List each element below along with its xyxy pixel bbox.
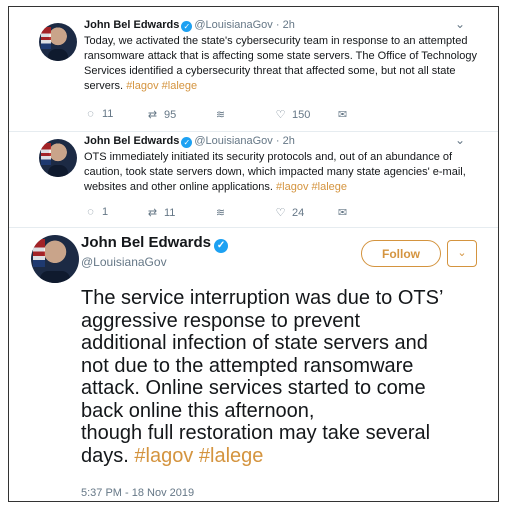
reply-icon: ◌ [87,108,94,120]
heart-icon: ♡ [275,207,286,219]
chevron-down-icon[interactable]: ⌄ [447,240,477,267]
avatar[interactable] [39,139,77,177]
like-button[interactable]: ♡ 24 [274,206,305,219]
chevron-down-icon[interactable]: ⌄ [455,17,465,31]
analytics-icon: ≋ [215,109,226,121]
retweet-count: 11 [164,207,176,219]
retweet-count: 95 [164,109,177,121]
chevron-down-icon[interactable]: ⌄ [455,133,465,147]
dm-button[interactable]: ✉ [336,108,354,121]
dm-button[interactable]: ✉ [336,206,354,219]
main-author-name[interactable]: John Bel Edwards ✓ [81,234,230,253]
verified-badge-icon: ✓ [181,137,193,148]
retweet-button[interactable]: ⇄ 11 [146,206,176,219]
retweet-icon: ⇄ [147,109,158,121]
reply-icon: ◌ [87,206,94,218]
tweet-time[interactable]: 2h [283,135,295,147]
like-button[interactable]: ♡ 150 [274,108,311,121]
hashtag-link[interactable]: #lagov [134,445,193,467]
verified-badge-icon: ✓ [214,239,229,253]
author-name[interactable]: John Bel Edwards [84,135,179,147]
main-tweet-text: The service interruption was due to OTS’… [81,287,444,467]
analytics-icon: ≋ [215,207,226,219]
tweet-header: John Bel Edwards ✓ @LouisianaGov · 2h [84,19,295,32]
hashtag-link[interactable]: #lalege [199,445,264,467]
heart-icon: ♡ [275,109,286,121]
reply-button[interactable]: ◌ 11 [84,108,113,120]
envelope-icon: ✉ [337,207,348,219]
avatar[interactable] [31,235,79,283]
hashtag-link[interactable]: #lalege [312,181,347,193]
analytics-button[interactable]: ≋ [214,108,232,121]
reply-button[interactable]: ◌ 1 [84,206,108,218]
reply-count: 1 [102,206,109,218]
tweet-thread: John Bel Edwards ✓ @LouisianaGov · 2h ⌄ To… [8,6,499,502]
analytics-button[interactable]: ≋ [214,206,232,219]
reply-count: 11 [102,108,114,120]
retweet-button[interactable]: ⇄ 95 [146,108,176,121]
tweet-text: OTS immediately initiated its security p… [84,151,466,193]
hashtag-link[interactable]: #lagov [126,80,158,92]
tweet-header: John Bel Edwards ✓ @LouisianaGov · 2h [84,135,295,148]
follow-button[interactable]: Follow [361,240,441,267]
author-handle[interactable]: @LouisianaGov [194,135,272,147]
divider [9,131,498,132]
envelope-icon: ✉ [337,109,348,121]
verified-badge-icon: ✓ [181,21,193,32]
author-handle[interactable]: @LouisianaGov [194,19,272,31]
tweet-timestamp[interactable]: 5:37 PM - 18 Nov 2019 [81,487,194,499]
divider [9,227,498,228]
hashtag-link[interactable]: #lalege [162,80,197,92]
main-author-handle[interactable]: @LouisianaGov [81,255,167,269]
like-count: 150 [292,109,311,121]
hashtag-link[interactable]: #lagov [276,181,308,193]
tweet-text: Today, we activated the state's cybersec… [84,35,477,92]
retweet-icon: ⇄ [147,207,158,219]
like-count: 24 [292,207,305,219]
author-name[interactable]: John Bel Edwards [84,19,179,31]
tweet-time[interactable]: 2h [283,19,295,31]
avatar[interactable] [39,23,77,61]
